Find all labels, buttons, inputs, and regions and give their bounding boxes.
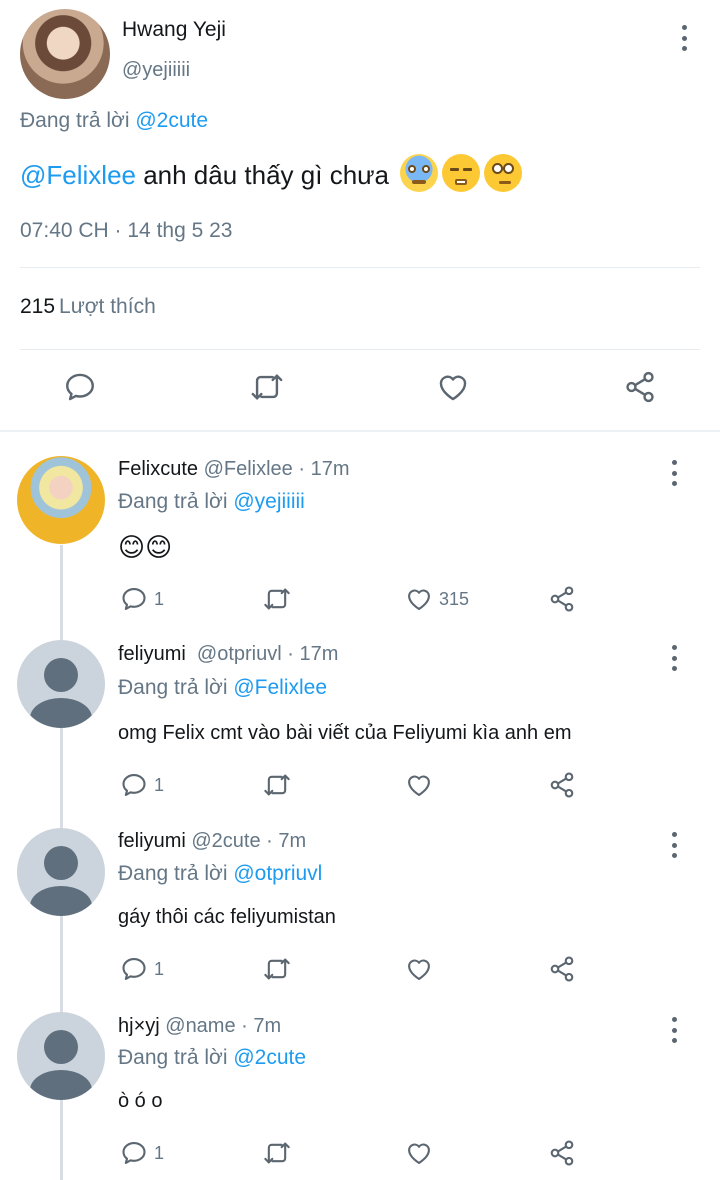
like-icon[interactable] [405,955,433,983]
author-name[interactable]: hj×yj [118,1015,160,1037]
reply-text: ò ó o [118,1090,163,1112]
author-meta: @2cute · 7m [185,830,307,852]
more-options-icon[interactable] [669,832,679,858]
more-options-icon[interactable] [669,460,679,486]
reply-count: 1 [154,588,165,609]
share-icon[interactable] [548,955,576,983]
likes-label: Lượt thích [59,295,156,318]
divider [20,349,700,350]
author-name[interactable]: feliyumi [118,643,186,665]
author-name[interactable]: Felixcute [118,458,198,480]
author-name[interactable]: Hwang Yeji [122,18,226,42]
like-icon[interactable] [405,585,433,613]
replying-to-handle[interactable]: @otpriuvl [233,862,322,885]
reply-icon[interactable] [63,370,97,404]
replying-to-label: Đang trả lời [118,1046,228,1069]
reply-header: hj×yj @name · 7m [118,1015,281,1038]
tweet-text: @Felixlee anh dâu thấy gì chưa [20,154,523,192]
retweet-icon[interactable] [261,1139,293,1167]
mention-link[interactable]: @Felixlee [20,160,136,190]
share-icon[interactable] [548,585,576,613]
replying-to: Đang trả lời @2cute [118,1046,306,1070]
scream-emoji [400,154,439,192]
retweet-icon[interactable] [261,585,293,613]
more-options-icon[interactable] [669,1017,679,1043]
avatar[interactable] [17,828,105,916]
replying-to: Đang trả lời @otpriuvl [118,862,322,886]
replying-to-label: Đang trả lời [20,109,130,132]
avatar[interactable] [20,9,110,99]
more-options-icon[interactable] [679,25,689,51]
author-meta: @otpriuvl · 17m [185,643,339,665]
replying-to-handle[interactable]: @2cute [233,1046,306,1069]
reply-icon[interactable] [120,771,148,799]
avatar[interactable] [17,1012,105,1100]
more-options-icon[interactable] [669,645,679,671]
section-divider [0,430,720,432]
like-action[interactable] [405,1139,433,1167]
tweet-timestamp[interactable]: 07:40 CH · 14 thg 5 23 [20,219,232,243]
reply-icon[interactable] [120,955,148,983]
reply-text: 😊😊 [118,532,173,562]
avatar[interactable] [17,456,105,544]
reply-header: feliyumi @otpriuvl · 17m [118,643,338,666]
reply-action[interactable]: 1 [120,585,164,613]
author-name[interactable]: feliyumi [118,830,186,852]
reply-icon[interactable] [120,1139,148,1167]
replying-to-handle[interactable]: @2cute [135,109,208,132]
retweet-icon[interactable] [261,771,293,799]
triumph-emoji [442,154,481,192]
like-icon[interactable] [405,1139,433,1167]
eye-roll-emoji [484,154,523,192]
share-action[interactable] [548,771,576,799]
reply-icon[interactable] [120,585,148,613]
like-count: 315 [439,588,470,609]
reply-text: omg Felix cmt vào bài viết của Feliyumi … [118,722,572,744]
like-icon[interactable] [405,771,433,799]
retweet-icon[interactable] [248,370,286,404]
reply-header: feliyumi @2cute · 7m [118,830,306,853]
like-action[interactable]: 315 [405,585,469,613]
tweet-body: anh dâu thấy gì chưa [135,160,390,190]
reply-header: Felixcute @Felixlee · 17m [118,458,350,481]
retweet-action[interactable] [261,771,293,799]
author-handle[interactable]: @yejiiiii [122,59,190,82]
reply-count: 1 [154,774,165,795]
reply-count: 1 [154,1142,165,1163]
retweet-action[interactable] [261,1139,293,1167]
reply-action[interactable]: 1 [120,771,164,799]
retweet-action[interactable] [261,585,293,613]
divider [20,267,700,268]
share-action[interactable] [548,955,576,983]
share-icon[interactable] [548,771,576,799]
likes-count: 215 [20,295,56,318]
replying-to-label: Đang trả lời [118,490,228,513]
share-action[interactable] [548,1139,576,1167]
replying-to-label: Đang trả lời [118,676,228,699]
retweet-action[interactable] [261,955,293,983]
replying-to: Đang trả lời @2cute [20,109,208,133]
share-icon[interactable] [548,1139,576,1167]
retweet-icon[interactable] [261,955,293,983]
reply-count: 1 [154,958,165,979]
avatar[interactable] [17,640,105,728]
replying-to: Đang trả lời @yejiiiii [118,490,305,514]
replying-to-label: Đang trả lời [118,862,228,885]
like-action[interactable] [405,955,433,983]
reply-text: gáy thôi các feliyumistan [118,906,336,928]
share-action[interactable] [548,585,576,613]
author-meta: @Felixlee · 17m [198,458,350,480]
like-icon[interactable] [436,370,470,404]
reply-action[interactable]: 1 [120,1139,164,1167]
reply-action[interactable]: 1 [120,955,164,983]
like-action[interactable] [405,771,433,799]
likes-summary[interactable]: 215 Lượt thích [20,295,156,319]
author-meta: @name · 7m [159,1015,282,1037]
replying-to-handle[interactable]: @yejiiiii [233,490,305,513]
share-icon[interactable] [623,370,657,404]
replying-to-handle[interactable]: @Felixlee [233,676,327,699]
replying-to: Đang trả lời @Felixlee [118,676,327,700]
